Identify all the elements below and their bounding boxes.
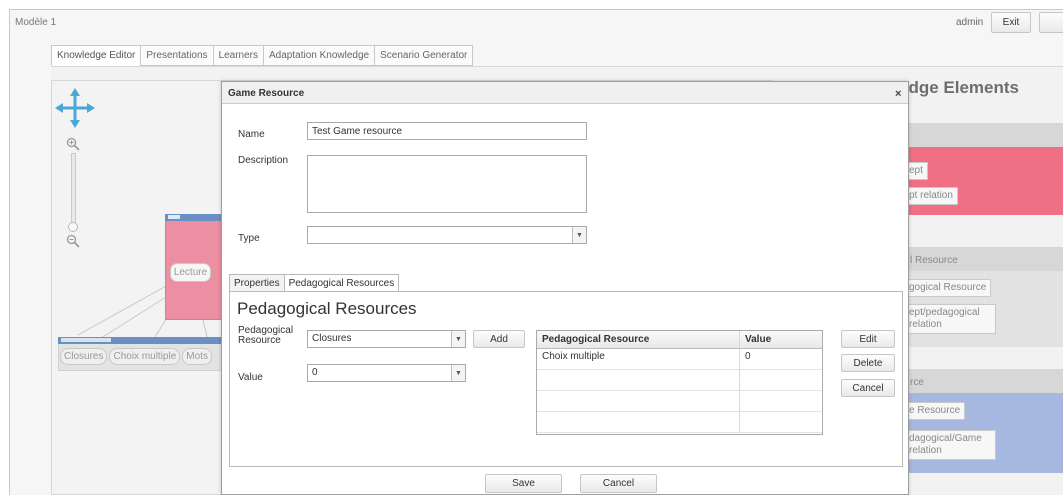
section-title: Pedagogical Resources [237, 299, 417, 318]
type-label: Type [238, 233, 260, 244]
pedagogical-resource-select-value: Closures [312, 333, 352, 344]
main-tabs: Knowledge Editor Presentations Learners … [51, 45, 474, 66]
table-cell [537, 391, 740, 411]
pedagogical-resources-table: Pedagogical Resource Value Choix multipl… [536, 330, 823, 435]
table-header: Pedagogical Resource Value [537, 331, 822, 349]
dialog-titlebar[interactable] [222, 82, 908, 104]
table-cell: 0 [745, 351, 751, 362]
value-select[interactable]: 0 ▼ [307, 364, 466, 382]
ke-item-concept-pedagogical-relation[interactable]: ept/pedagogical relation [904, 304, 996, 334]
app-title: Modèle 1 [15, 17, 57, 28]
chevron-down-icon[interactable]: ▼ [572, 227, 586, 243]
pedagogical-resource-select[interactable]: Closures ▼ [307, 330, 466, 348]
concept-node-label-chip [168, 215, 180, 219]
pan-control-icon[interactable] [53, 86, 97, 130]
zoom-out-icon[interactable] [66, 234, 80, 248]
zoom-slider-handle[interactable] [68, 222, 78, 232]
tab-pedagogical-resources[interactable]: Pedagogical Resources [284, 274, 400, 292]
table-cell [537, 370, 740, 390]
tab-presentations[interactable]: Presentations [140, 45, 213, 66]
table-cell: Choix multiple [537, 349, 740, 369]
pedagogical-resource-label: Pedagogical Resource [238, 325, 294, 346]
ke-item-pedagogical-game-relation[interactable]: dagogical/Game relation [904, 430, 996, 460]
zoom-slider[interactable] [71, 153, 76, 225]
ke-item-pedagogical-resource[interactable]: gogical Resource [904, 279, 992, 297]
ke-section-header[interactable] [904, 123, 1063, 147]
table-row[interactable] [537, 370, 822, 391]
resource-group-label-chip [61, 338, 111, 342]
zoom-in-icon[interactable] [66, 137, 80, 151]
tab-adaptation-knowledge[interactable]: Adaptation Knowledge [263, 45, 375, 66]
delete-button[interactable]: Delete [841, 354, 895, 372]
chevron-down-icon[interactable]: ▼ [451, 365, 465, 381]
table-cell [740, 370, 822, 390]
tab-knowledge-editor[interactable]: Knowledge Editor [51, 45, 141, 66]
description-label: Description [238, 155, 289, 166]
tab-scenario-generator[interactable]: Scenario Generator [374, 45, 474, 66]
ke-section-header[interactable]: rce [904, 369, 1063, 393]
ke-section-header[interactable]: l Resource [904, 247, 1063, 271]
exit-button[interactable]: Exit [991, 12, 1031, 33]
table-cell [740, 391, 822, 411]
resource-node-list: Closures Choix multiple Mots [60, 348, 212, 365]
add-button[interactable]: Add [473, 330, 525, 348]
value-label: Value [238, 372, 263, 383]
cancel-edit-button[interactable]: Cancel [841, 379, 895, 397]
ke-item-concept-relation[interactable]: pt relation [904, 187, 958, 205]
concept-node-lecture[interactable]: Lecture [170, 263, 211, 282]
name-label: Name [238, 129, 265, 140]
resource-node[interactable]: Mots [182, 348, 212, 365]
table-row[interactable] [537, 412, 822, 433]
edit-button[interactable]: Edit [841, 330, 895, 348]
name-input[interactable] [307, 122, 587, 140]
toolbar-extra-button[interactable] [1039, 12, 1063, 33]
column-header-pedagogical-resource[interactable]: Pedagogical Resource [537, 331, 740, 348]
close-icon[interactable]: × [895, 88, 901, 100]
type-select[interactable]: ▼ [307, 226, 587, 244]
column-header-value[interactable]: Value [740, 331, 822, 348]
table-cell [740, 412, 822, 432]
tab-learners[interactable]: Learners [212, 45, 264, 66]
table-row[interactable] [537, 391, 822, 412]
resource-node[interactable]: Choix multiple [109, 348, 181, 365]
save-button[interactable]: Save [485, 474, 562, 493]
description-textarea[interactable] [307, 155, 587, 213]
tab-properties[interactable]: Properties [229, 274, 285, 292]
cancel-button[interactable]: Cancel [580, 474, 657, 493]
chevron-down-icon[interactable]: ▼ [451, 331, 465, 347]
value-select-value: 0 [312, 367, 318, 378]
table-cell [537, 412, 740, 432]
dialog-title: Game Resource [228, 88, 305, 99]
dialog-tabs: Properties Pedagogical Resources [229, 274, 400, 292]
ke-item-game-resource[interactable]: e Resource [904, 402, 966, 420]
table-row[interactable]: Choix multiple 0 [537, 349, 822, 370]
resource-node[interactable]: Closures [60, 348, 108, 365]
user-name: admin [956, 17, 984, 28]
